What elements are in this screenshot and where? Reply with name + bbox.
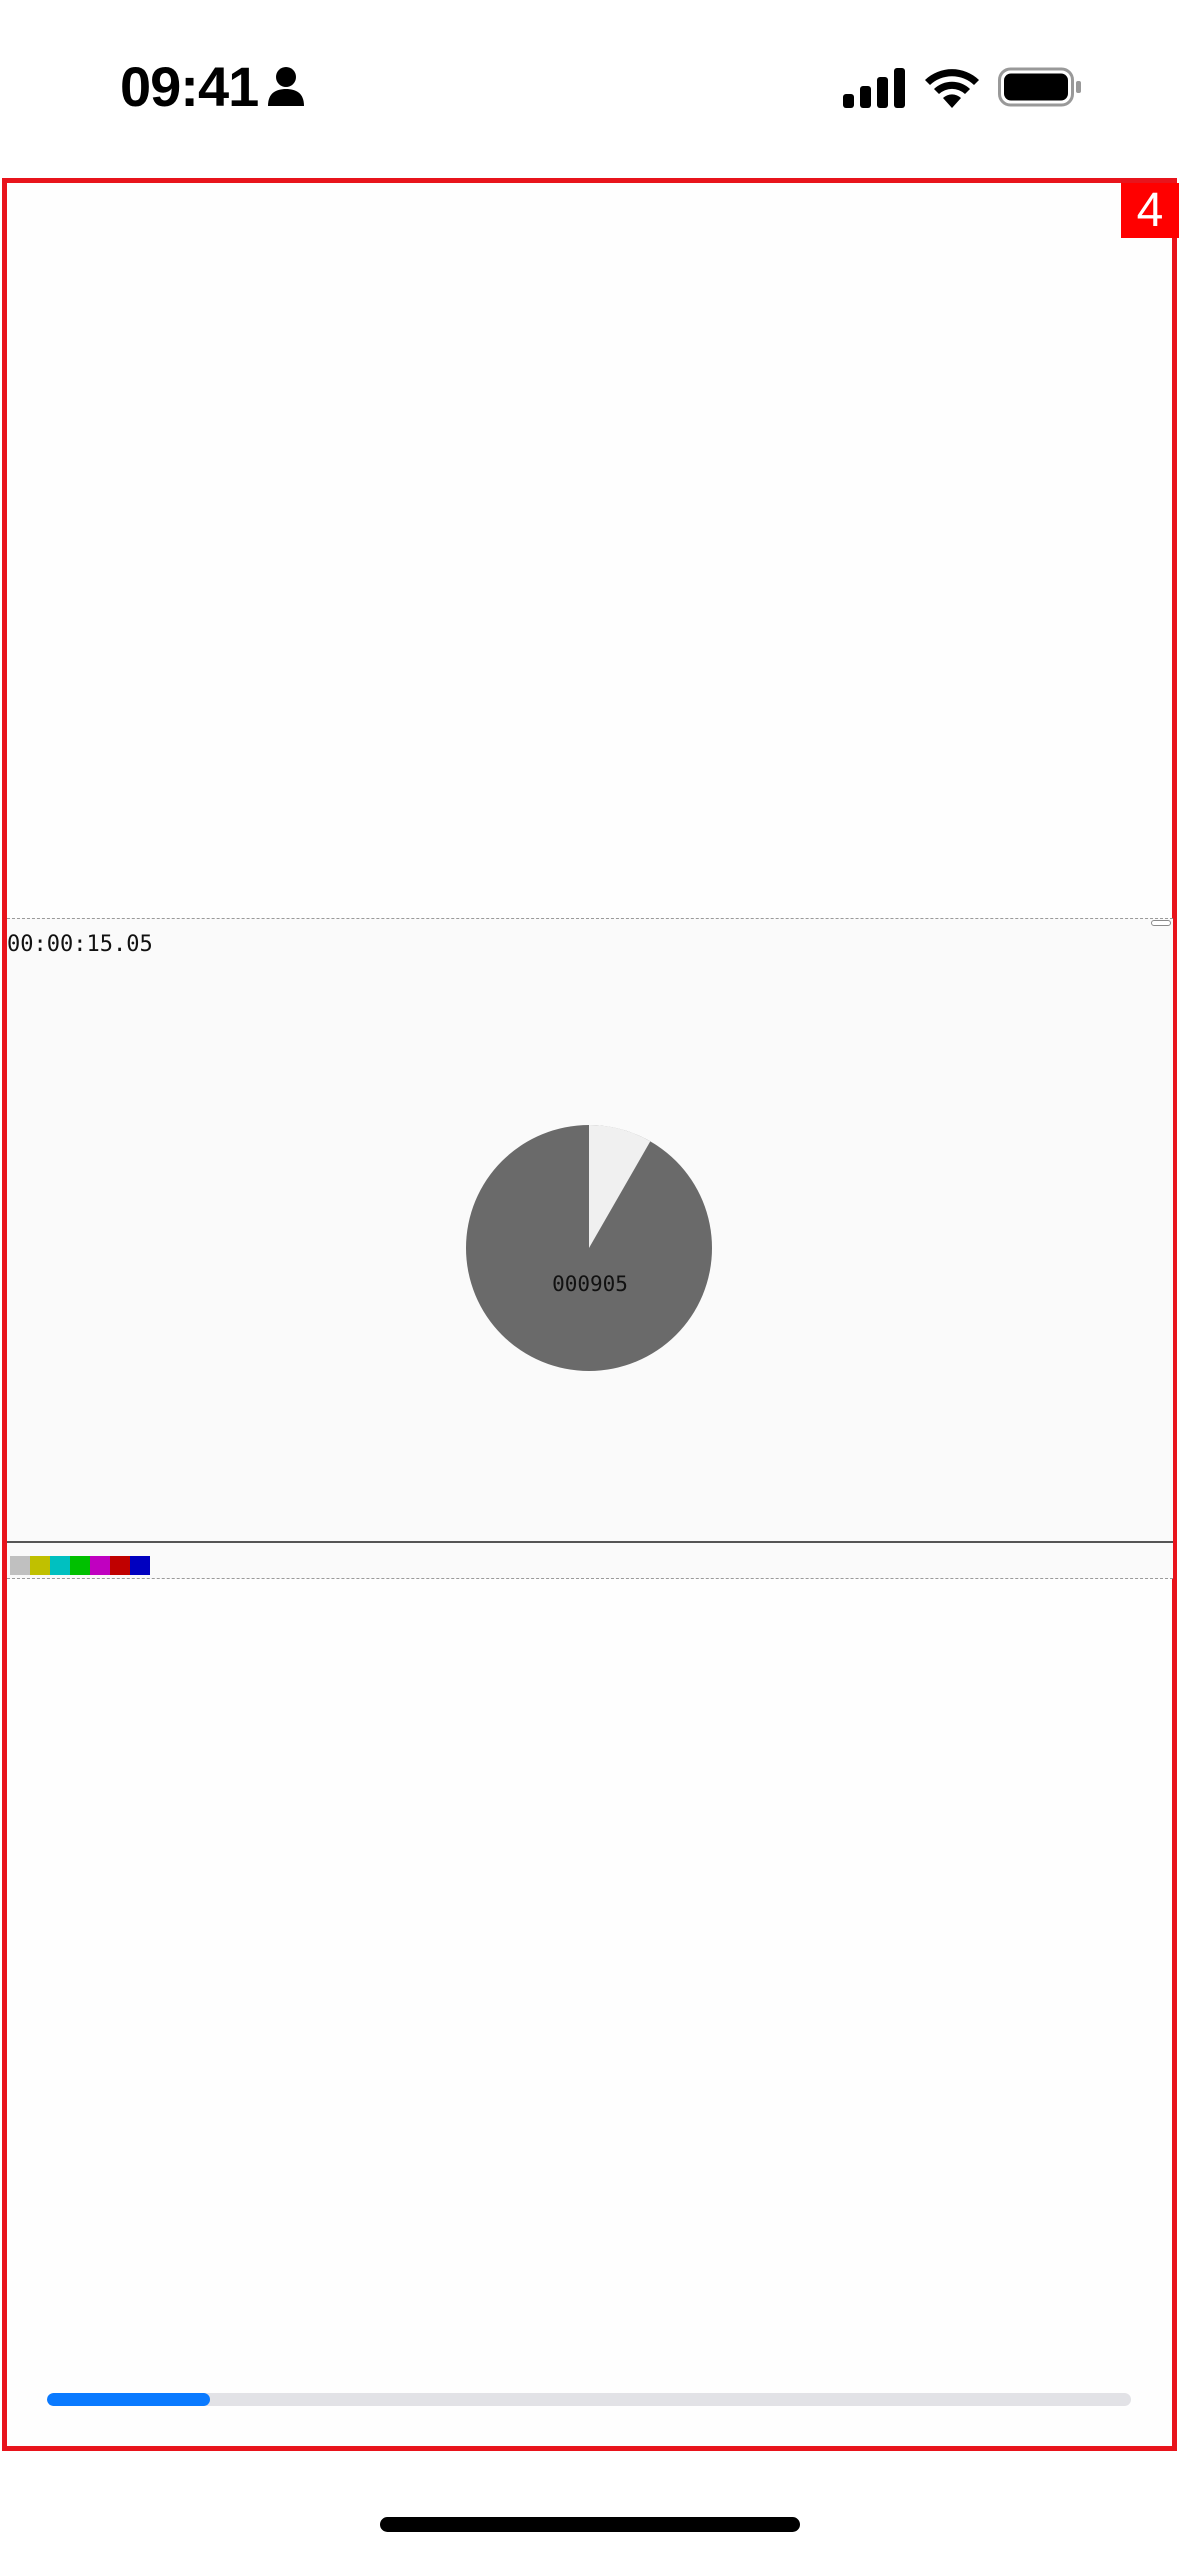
playback-progress-fill bbox=[47, 2393, 210, 2406]
color-bar bbox=[110, 1556, 130, 1575]
color-bar bbox=[130, 1556, 150, 1575]
wifi-icon bbox=[925, 69, 979, 108]
home-indicator[interactable] bbox=[380, 2517, 800, 2532]
cellular-signal-icon bbox=[843, 68, 905, 108]
status-time: 09:41 bbox=[120, 55, 259, 118]
color-bar bbox=[70, 1556, 90, 1575]
color-bar bbox=[30, 1556, 50, 1575]
battery-icon bbox=[998, 67, 1081, 107]
color-bar bbox=[90, 1556, 110, 1575]
resize-handle[interactable] bbox=[1151, 920, 1171, 926]
color-bars bbox=[10, 1556, 150, 1575]
countdown-pie-chart bbox=[466, 1125, 712, 1371]
frame-counter: 000905 bbox=[552, 1272, 628, 1296]
color-bar bbox=[10, 1556, 30, 1575]
person-icon bbox=[268, 67, 304, 106]
color-bar bbox=[50, 1556, 70, 1575]
frame-badge: 4 bbox=[1121, 183, 1179, 238]
timecode: 00:00:15.05 bbox=[7, 932, 153, 957]
color-bars-strip bbox=[7, 1543, 1173, 1579]
status-bar: 09:41 bbox=[0, 0, 1179, 175]
playback-progress-bar[interactable] bbox=[47, 2393, 1131, 2406]
